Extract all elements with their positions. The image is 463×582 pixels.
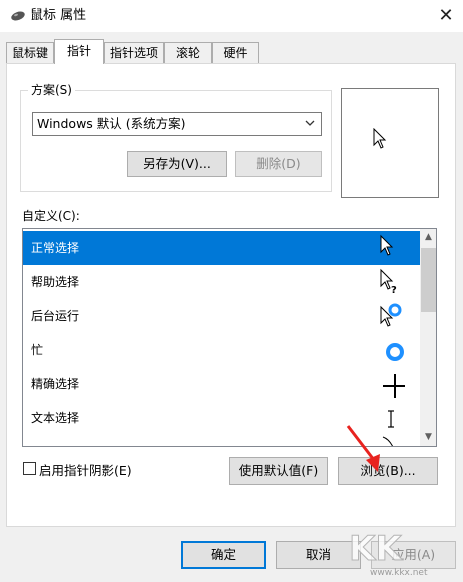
- arrow-cursor-icon: [380, 234, 394, 256]
- shadow-label: 启用指针阴影(E): [39, 463, 132, 478]
- save-as-button[interactable]: 另存为(V)...: [127, 151, 227, 177]
- tab-pointer-options[interactable]: 指针选项: [104, 42, 164, 63]
- scheme-dropdown[interactable]: Windows 默认 (系统方案): [32, 112, 322, 136]
- watermark-text: www.kkx.net: [370, 568, 428, 578]
- scroll-thumb[interactable]: [421, 248, 436, 312]
- working-in-background-cursor-icon: [380, 303, 402, 327]
- delete-button[interactable]: 删除(D): [235, 151, 322, 177]
- mouse-icon: [11, 11, 25, 21]
- list-item-label: 正常选择: [31, 241, 80, 255]
- ok-button[interactable]: 确定: [181, 541, 266, 569]
- list-item[interactable]: 忙: [23, 333, 420, 367]
- busy-cursor-icon: [386, 343, 404, 361]
- list-item-label: 后台运行: [31, 309, 80, 323]
- list-item-label: 文本选择: [31, 411, 80, 425]
- scheme-legend: 方案(S): [28, 81, 75, 98]
- scrollbar[interactable]: ▲ ▼: [420, 229, 436, 446]
- list-item[interactable]: 精确选择: [23, 367, 420, 401]
- close-icon[interactable]: ✕: [433, 3, 459, 29]
- customize-label: 自定义(C):: [22, 209, 80, 223]
- tab-hardware[interactable]: 硬件: [212, 42, 259, 63]
- scroll-down-icon[interactable]: ▼: [420, 429, 436, 446]
- shadow-checkbox[interactable]: [23, 462, 36, 475]
- list-item-label: 帮助选择: [31, 275, 80, 289]
- annotation-arrow-icon: [346, 425, 380, 472]
- tab-pointers[interactable]: 指针: [54, 39, 104, 64]
- svg-text:?: ?: [391, 285, 397, 296]
- chevron-down-icon[interactable]: [303, 116, 317, 130]
- window-title: 鼠标 属性: [30, 8, 87, 23]
- cursor-preview: [341, 88, 439, 198]
- list-item[interactable]: 后台运行: [23, 299, 420, 333]
- svg-text:KK: KK: [349, 529, 403, 569]
- list-item[interactable]: 帮助选择 ?: [23, 265, 420, 299]
- cursor-list: 正常选择 帮助选择 ? 后台运行 忙 精确选择 文本选择 ▲ ▼: [22, 228, 437, 447]
- scroll-up-icon[interactable]: ▲: [420, 229, 436, 246]
- list-item[interactable]: 正常选择: [23, 231, 420, 265]
- crosshair-cursor-icon: [383, 374, 405, 398]
- list-item-label: 忙: [31, 343, 44, 357]
- tab-wheel[interactable]: 滚轮: [164, 42, 212, 63]
- use-default-button[interactable]: 使用默认值(F): [229, 457, 328, 485]
- tab-mouse-buttons[interactable]: 鼠标键: [6, 42, 54, 63]
- help-cursor-icon: ?: [380, 268, 397, 296]
- arrow-cursor-icon: [373, 128, 387, 149]
- list-item-label: 精确选择: [31, 377, 80, 391]
